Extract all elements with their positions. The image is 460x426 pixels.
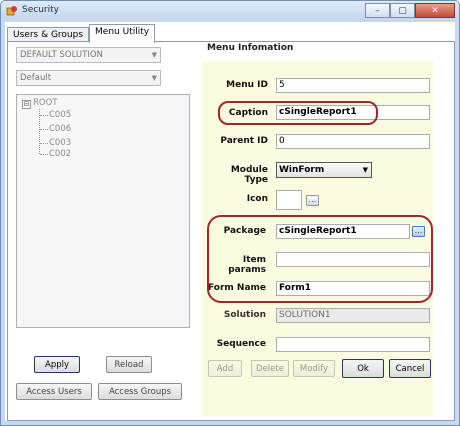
chevron-down-icon: ▼ — [151, 51, 157, 59]
tree-root[interactable]: ROOT — [33, 98, 57, 108]
collapse-icon[interactable]: ⊟ — [22, 100, 31, 109]
modify-button[interactable]: Modify — [293, 360, 335, 377]
chevron-down-icon: ▼ — [151, 74, 157, 82]
app-icon — [6, 6, 17, 16]
solution-field: SOLUTION1 — [276, 308, 430, 323]
parent-id-field[interactable]: 0 — [276, 134, 430, 149]
solution-combo[interactable]: DEFAULT SOLUTION ▼ — [16, 47, 161, 63]
sequence-field[interactable] — [276, 337, 430, 352]
solution-combo-value: DEFAULT SOLUTION — [20, 50, 103, 60]
module-type-select[interactable]: WinForm ▼ — [276, 162, 372, 178]
tree-connector — [40, 129, 48, 130]
menu-info-title: Menu Infomation — [207, 43, 294, 53]
menu-tree[interactable]: ⊟ ROOT C005 C006 C003 C002 — [16, 94, 190, 328]
delete-button[interactable]: Delete — [251, 360, 289, 377]
tree-node[interactable]: C002 — [49, 149, 71, 159]
access-groups-button[interactable]: Access Groups — [98, 383, 182, 400]
tree-connector — [40, 154, 48, 155]
tree-node[interactable]: C005 — [49, 110, 71, 120]
default-combo-value: Default — [20, 73, 52, 83]
maximize-button[interactable]: ▢ — [390, 3, 415, 18]
module-type-value: WinForm — [279, 165, 325, 175]
cancel-button[interactable]: Cancel — [389, 359, 431, 378]
sequence-label: Sequence — [216, 339, 266, 349]
caption-highlight — [218, 101, 378, 125]
parent-id-label: Parent ID — [220, 136, 268, 146]
title-bar[interactable]: Security – ▢ ✕ — [1, 1, 459, 21]
add-button[interactable]: Add — [208, 360, 242, 377]
tree-connector — [40, 143, 48, 144]
module-type-label: Module Type — [230, 165, 268, 185]
close-button[interactable]: ✕ — [415, 3, 455, 18]
solution-label: Solution — [223, 310, 266, 320]
tree-connector — [40, 115, 48, 116]
access-users-button[interactable]: Access Users — [16, 383, 92, 400]
window-title: Security — [22, 5, 59, 15]
tree-node[interactable]: C006 — [49, 124, 71, 134]
apply-button[interactable]: Apply — [34, 356, 80, 373]
tree-node[interactable]: C003 — [49, 138, 71, 148]
security-window: Security – ▢ ✕ Users & Groups Menu Utili… — [0, 0, 460, 426]
menu-id-field[interactable]: 5 — [276, 78, 430, 93]
icon-browse-button[interactable]: ... — [306, 195, 319, 206]
chevron-down-icon: ▼ — [362, 166, 368, 174]
client-area: Users & Groups Menu Utility DEFAULT SOLU… — [5, 22, 455, 421]
minimize-button[interactable]: – — [365, 3, 390, 18]
icon-preview — [276, 190, 302, 210]
reload-button[interactable]: Reload — [106, 356, 152, 373]
ok-button[interactable]: Ok — [342, 359, 384, 378]
icon-label: Icon — [246, 194, 268, 204]
tab-strip: Users & Groups Menu Utility — [7, 24, 156, 43]
default-combo[interactable]: Default ▼ — [16, 70, 161, 86]
menu-id-label: Menu ID — [226, 80, 268, 90]
menu-utility-panel: DEFAULT SOLUTION ▼ Default ▼ ⊟ ROOT C005… — [7, 41, 455, 421]
package-highlight — [207, 215, 433, 303]
tab-menu-utility[interactable]: Menu Utility — [89, 24, 156, 43]
